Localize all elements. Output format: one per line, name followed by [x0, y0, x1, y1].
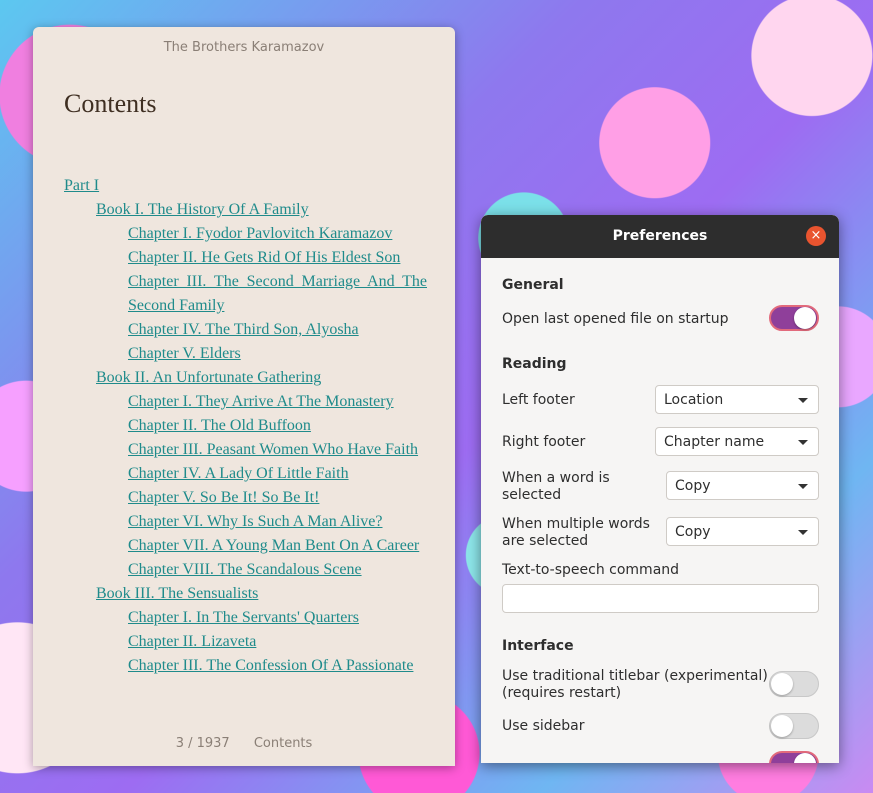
left-footer-label: Left footer [502, 392, 575, 408]
toc-chapter-link[interactable]: Chapter VI. Why Is Such A Man Alive? [64, 510, 427, 534]
toc-chapter-link[interactable]: Chapter VIII. The Scandalous Scene [64, 558, 427, 582]
toc-chapter-link[interactable]: Chapter III. Peasant Women Who Have Fait… [64, 438, 427, 462]
traditional-titlebar-label-line1: Use traditional titlebar (experimental) [502, 668, 768, 684]
toc-chapter-link[interactable]: Chapter V. So Be It! So Be It! [64, 486, 427, 510]
reader-window: The Brothers Karamazov Contents Part I Bo… [33, 27, 455, 766]
right-footer-label: Right footer [502, 434, 586, 450]
toc-chapter-link[interactable]: Chapter VII. A Young Man Bent On A Caree… [64, 534, 427, 558]
toc-chapter-link[interactable]: Chapter II. The Old Buffoon [64, 414, 427, 438]
use-sidebar-toggle[interactable] [769, 713, 819, 739]
interface-heading: Interface [502, 638, 574, 654]
toggle-knob [771, 673, 793, 695]
reading-heading: Reading [502, 356, 567, 372]
tts-label: Text-to-speech command [502, 562, 680, 578]
multi-selected-value: Copy [675, 524, 711, 540]
contents-heading: Contents [64, 89, 157, 118]
right-footer-value: Chapter name [664, 434, 765, 450]
toc-chapter-link[interactable]: Chapter I. They Arrive At The Monastery [64, 390, 427, 414]
word-selected-label-line2: selected [502, 487, 562, 503]
dropdown-arrow-icon [798, 530, 808, 535]
toc-chapter-link[interactable]: Chapter IV. The Third Son, Alyosha [64, 318, 427, 342]
traditional-titlebar-label: Use traditional titlebar (experimental) … [502, 668, 768, 702]
toggle-knob [794, 753, 816, 763]
dropdown-arrow-icon [798, 484, 808, 489]
multi-selected-label-line1: When multiple words [502, 516, 650, 532]
toc-chapter-link[interactable]: Chapter III. The Second Marriage And The… [64, 270, 427, 318]
toc-chapter-link[interactable]: Chapter I. Fyodor Pavlovitch Karamazov [64, 222, 427, 246]
dialog-header: Preferences × [481, 215, 839, 258]
word-selected-select[interactable]: Copy [666, 471, 819, 500]
toggle-knob [794, 307, 816, 329]
right-footer-select[interactable]: Chapter name [655, 427, 819, 456]
close-icon[interactable]: × [806, 226, 826, 246]
toggle-knob [771, 715, 793, 737]
toc-chapter-link[interactable]: Chapter I. In The Servants' Quarters [64, 606, 427, 630]
tts-command-input[interactable] [502, 584, 819, 613]
preferences-dialog: Preferences × General Open last opened f… [481, 215, 839, 763]
table-of-contents: Part I Book I. The History Of A Family Cha… [64, 174, 427, 678]
traditional-titlebar-label-line2: (requires restart) [502, 685, 622, 701]
open-last-toggle[interactable] [769, 305, 819, 331]
dropdown-arrow-icon [798, 440, 808, 445]
toc-book-link[interactable]: Book III. The Sensualists [64, 582, 427, 606]
dialog-title: Preferences [612, 228, 708, 244]
multi-selected-label-line2: are selected [502, 533, 589, 549]
book-title: The Brothers Karamazov [163, 40, 325, 55]
open-last-label: Open last opened file on startup [502, 311, 729, 327]
toc-part-link[interactable]: Part I [64, 174, 427, 198]
toc-book-link[interactable]: Book I. The History Of A Family [64, 198, 427, 222]
toc-chapter-link[interactable]: Chapter V. Elders [64, 342, 427, 366]
left-footer-select[interactable]: Location [655, 385, 819, 414]
general-heading: General [502, 277, 564, 293]
toc-chapter-link[interactable]: Chapter II. Lizaveta [64, 630, 427, 654]
word-selected-value: Copy [675, 478, 711, 494]
word-selected-label-line1: When a word is [502, 470, 610, 486]
left-footer-value: Location [664, 392, 724, 408]
multi-selected-label: When multiple words are selected [502, 516, 650, 550]
toc-chapter-link[interactable]: Chapter IV. A Lady Of Little Faith [64, 462, 427, 486]
dropdown-arrow-icon [798, 398, 808, 403]
traditional-titlebar-toggle[interactable] [769, 671, 819, 697]
use-sidebar-label: Use sidebar [502, 718, 585, 734]
page-indicator: 3 / 1937 [175, 736, 230, 751]
autohide-toggle[interactable] [769, 751, 819, 763]
toc-chapter-link[interactable]: Chapter III. The Confession Of A Passion… [64, 654, 427, 678]
toc-book-link[interactable]: Book II. An Unfortunate Gathering [64, 366, 427, 390]
location-indicator: Contents [253, 736, 313, 751]
word-selected-label: When a word is selected [502, 470, 610, 504]
toc-chapter-link[interactable]: Chapter II. He Gets Rid Of His Eldest So… [64, 246, 427, 270]
reader-footer: 3 / 1937 Contents [33, 736, 455, 751]
multi-selected-select[interactable]: Copy [666, 517, 819, 546]
